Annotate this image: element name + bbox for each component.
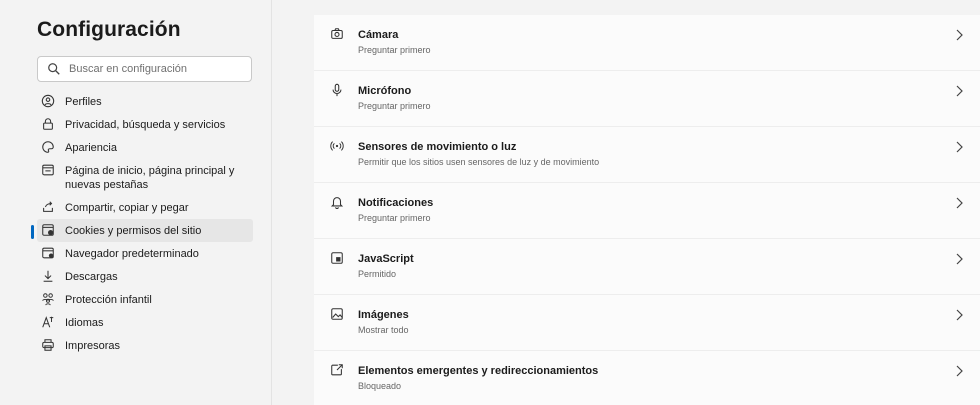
search-icon: [48, 63, 60, 75]
sidebar-item-proteccion-infantil[interactable]: Protección infantil: [37, 288, 253, 311]
permission-status: Preguntar primero: [358, 45, 431, 55]
sidebar-nav: Perfiles Privacidad, búsqueda y servicio…: [31, 90, 253, 357]
sidebar-item-idiomas[interactable]: Idiomas: [37, 311, 253, 334]
javascript-icon: [331, 252, 343, 264]
sidebar-item-label: Perfiles: [65, 96, 102, 108]
language-icon: [42, 316, 54, 328]
chevron-right-icon: [956, 29, 963, 41]
microphone-icon: [332, 83, 342, 97]
sidebar-item-label: Compartir, copiar y pegar: [65, 202, 189, 214]
sidebar-item-label: Idiomas: [65, 317, 104, 329]
permission-status: Bloqueado: [358, 381, 402, 391]
permission-row-camara[interactable]: Cámara Preguntar primero: [314, 15, 980, 71]
camera-icon: [331, 28, 343, 39]
palette-icon: [42, 141, 54, 153]
permission-row-emergentes[interactable]: Elementos emergentes y redireccionamient…: [314, 351, 980, 405]
sidebar-item-label: Protección infantil: [65, 294, 152, 306]
permission-status: Preguntar primero: [358, 101, 431, 111]
permissions-list: Cámara Preguntar primero Micrófono Pregu…: [314, 15, 980, 405]
permission-title: Imágenes: [358, 309, 409, 321]
sidebar-item-label: Página de inicio, página principal y nue…: [65, 165, 235, 191]
sidebar-item-privacidad[interactable]: Privacidad, búsqueda y servicios: [37, 113, 253, 136]
permission-row-javascript[interactable]: JavaScript Permitido: [314, 239, 980, 295]
lock-icon: [43, 118, 53, 130]
permission-row-sensores[interactable]: Sensores de movimiento o luz Permitir qu…: [314, 127, 980, 183]
permission-title: Sensores de movimiento o luz: [358, 141, 517, 153]
sidebar-item-pagina-inicio[interactable]: Página de inicio, página principal y nue…: [37, 159, 253, 196]
chevron-right-icon: [956, 197, 963, 209]
permission-status: Permitir que los sitios usen sensores de…: [358, 157, 600, 167]
permission-title: Cámara: [358, 29, 399, 41]
motion-sensor-icon: [330, 141, 344, 151]
chevron-right-icon: [956, 253, 963, 265]
chevron-right-icon: [956, 85, 963, 97]
printer-icon: [42, 339, 54, 351]
permission-status: Permitido: [358, 269, 397, 279]
chevron-right-icon: [956, 141, 963, 153]
search-input[interactable]: [69, 63, 244, 75]
sidebar-item-impresoras[interactable]: Impresoras: [37, 334, 253, 357]
popup-external-icon: [331, 364, 343, 376]
bell-icon: [330, 197, 344, 209]
profile-icon: [41, 94, 55, 108]
sidebar-item-label: Cookies y permisos del sitio: [65, 225, 202, 237]
chevron-right-icon: [956, 309, 963, 321]
permission-title: JavaScript: [358, 253, 414, 265]
sidebar-item-navegador[interactable]: Navegador predeterminado: [37, 242, 253, 265]
settings-sidebar: Configuración Perfiles Privacidad, búsqu…: [0, 0, 272, 405]
image-icon: [331, 308, 343, 320]
sidebar-item-label: Apariencia: [65, 142, 117, 154]
sidebar-item-label: Descargas: [65, 271, 118, 283]
default-browser-icon: [42, 247, 54, 259]
permission-status: Mostrar todo: [358, 325, 409, 335]
family-icon: [42, 293, 54, 306]
page-title: Configuración: [37, 18, 181, 41]
chevron-right-icon: [956, 365, 963, 377]
sidebar-item-cookies[interactable]: Cookies y permisos del sitio: [31, 219, 253, 242]
permission-status: Preguntar primero: [358, 213, 431, 223]
permission-title: Elementos emergentes y redireccionamient…: [358, 365, 599, 377]
permission-title: Notificaciones: [358, 197, 434, 209]
sidebar-item-descargas[interactable]: Descargas: [37, 265, 253, 288]
sidebar-item-compartir[interactable]: Compartir, copiar y pegar: [37, 196, 253, 219]
permission-row-imagenes[interactable]: Imágenes Mostrar todo: [314, 295, 980, 351]
search-box[interactable]: [37, 56, 252, 82]
share-icon: [43, 201, 53, 212]
sidebar-item-label: Privacidad, búsqueda y servicios: [65, 119, 226, 131]
sidebar-item-apariencia[interactable]: Apariencia: [37, 136, 253, 159]
permission-row-microfono[interactable]: Micrófono Preguntar primero: [314, 71, 980, 127]
download-icon: [43, 270, 53, 282]
permission-row-notificaciones[interactable]: Notificaciones Preguntar primero: [314, 183, 980, 239]
sidebar-item-perfiles[interactable]: Perfiles: [37, 90, 253, 113]
browser-window-icon: [42, 164, 54, 176]
cookie-permissions-icon: [42, 224, 54, 236]
permission-title: Micrófono: [358, 85, 412, 97]
sidebar-item-label: Navegador predeterminado: [65, 248, 199, 260]
sidebar-item-label: Impresoras: [65, 340, 121, 352]
